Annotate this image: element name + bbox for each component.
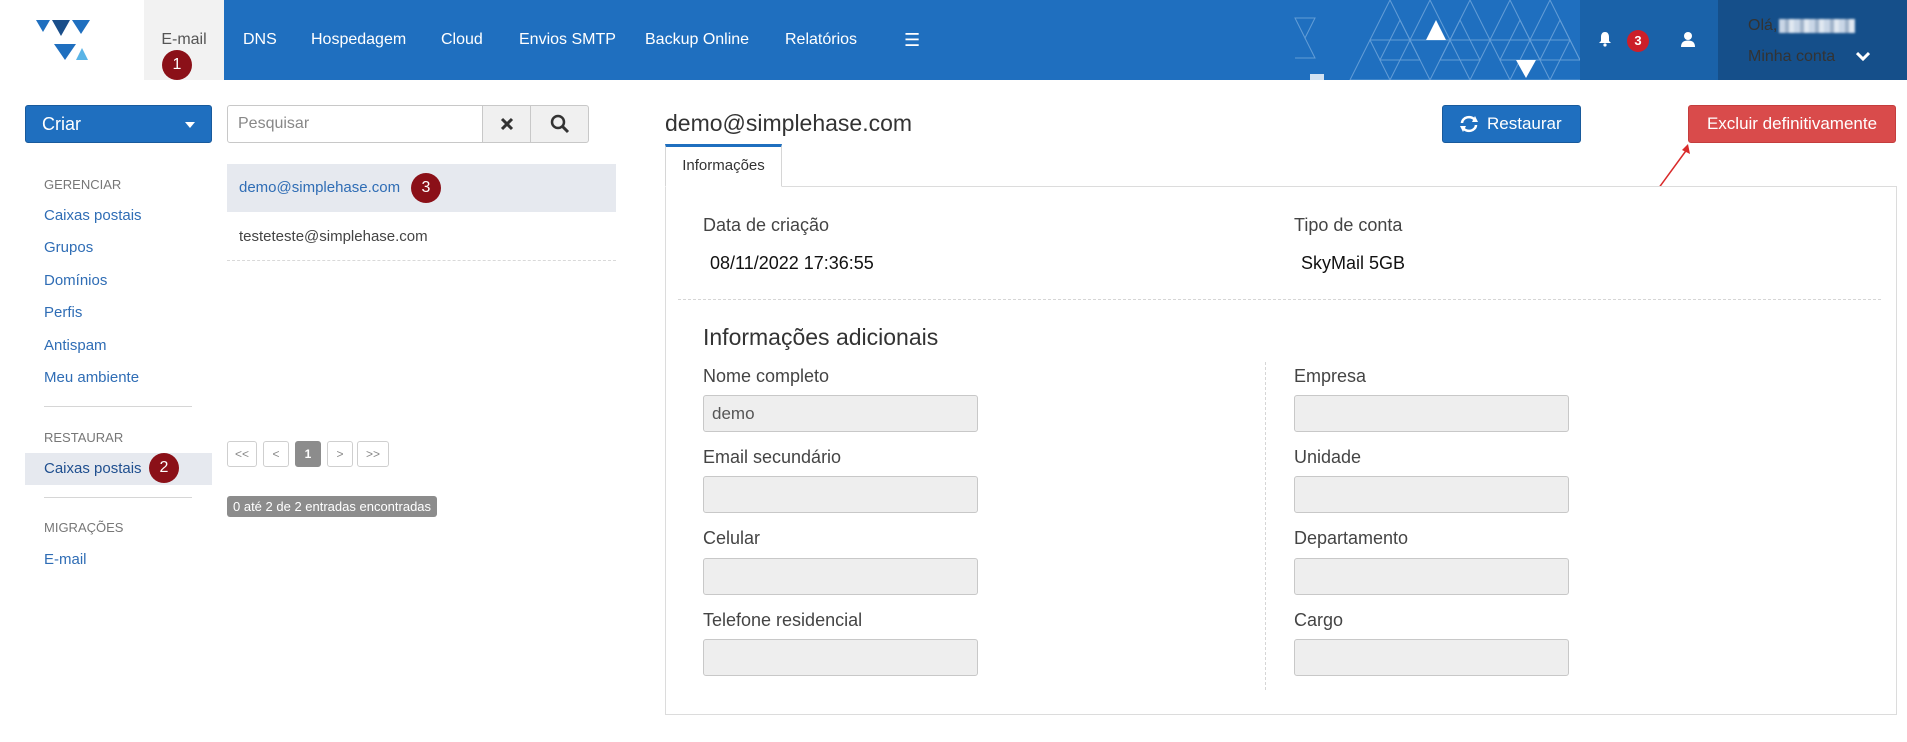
migrations-heading: MIGRAÇÕES <box>44 520 124 535</box>
step-marker-3: 3 <box>411 173 441 203</box>
sidebar-item-caixas-postais[interactable]: Caixas postais <box>44 207 142 224</box>
pager-current-page[interactable]: 1 <box>295 441 321 467</box>
list-item[interactable]: testeteste@simplehase.com <box>227 213 616 261</box>
department-field[interactable] <box>1294 558 1569 595</box>
company-field[interactable] <box>1294 395 1569 432</box>
chevron-down-icon <box>1855 48 1870 66</box>
create-button-label: Criar <box>42 114 81 134</box>
nav-backup-online[interactable]: Backup Online <box>645 0 749 80</box>
pager-prev-button[interactable]: < <box>263 441 289 467</box>
logo-icon <box>36 20 90 60</box>
sidebar-item-migration-email[interactable]: E-mail <box>44 551 87 568</box>
sidebar-item-restore-caixas-postais[interactable]: Caixas postais <box>44 460 142 477</box>
search-button[interactable] <box>530 105 589 143</box>
restore-heading: RESTAURAR <box>44 430 124 445</box>
role-field[interactable] <box>1294 639 1569 676</box>
step-marker-2: 2 <box>149 453 179 483</box>
additional-info-title: Informações adicionais <box>703 324 939 350</box>
nav-dns[interactable]: DNS <box>243 0 277 80</box>
sidebar-item-meu-ambiente[interactable]: Meu ambiente <box>44 369 139 386</box>
role-label: Cargo <box>1294 610 1344 630</box>
greeting: Olá, <box>1748 17 1856 35</box>
bell-icon[interactable] <box>1598 31 1612 47</box>
manage-heading: GERENCIAR <box>44 177 122 192</box>
home-phone-label: Telefone residencial <box>703 610 863 630</box>
created-date-value: 08/11/2022 17:36:55 <box>710 253 874 273</box>
pager-first-button[interactable]: << <box>227 441 257 467</box>
user-icon[interactable] <box>1680 31 1696 47</box>
secondary-email-field[interactable] <box>703 476 978 513</box>
nav-envios-smtp[interactable]: Envios SMTP <box>519 0 616 80</box>
close-icon <box>500 117 513 131</box>
entries-count-badge: 0 até 2 de 2 entradas encontradas <box>227 496 438 517</box>
sidebar-divider <box>44 406 192 407</box>
nav-relatorios[interactable]: Relatórios <box>785 0 857 80</box>
sidebar-divider <box>44 497 192 498</box>
delete-permanently-button[interactable]: Excluir definitivamente <box>1688 105 1896 143</box>
nav-more-menu-icon[interactable]: ☰ <box>904 0 920 80</box>
sidebar-item-perfis[interactable]: Perfis <box>44 304 82 321</box>
mobile-field[interactable] <box>703 558 978 595</box>
pager-last-button[interactable]: >> <box>357 441 389 467</box>
created-date-label: Data de criação <box>703 215 830 235</box>
logo[interactable] <box>0 0 144 80</box>
create-button[interactable]: Criar <box>25 105 212 143</box>
top-navbar: E-mail DNS Hospedagem Cloud Envios SMTP … <box>0 0 1907 80</box>
full-name-label: Nome completo <box>703 366 830 386</box>
search-input[interactable] <box>227 105 483 143</box>
account-type-value: SkyMail 5GB <box>1301 253 1406 273</box>
sidebar-item-grupos[interactable]: Grupos <box>44 239 93 256</box>
nav-hospedagem[interactable]: Hospedagem <box>311 0 406 80</box>
notification-count-badge[interactable]: 3 <box>1627 30 1649 52</box>
account-type-label: Tipo de conta <box>1294 215 1403 235</box>
home-phone-field[interactable] <box>703 639 978 676</box>
unit-field[interactable] <box>1294 476 1569 513</box>
full-name-field[interactable] <box>703 395 978 432</box>
list-item-email: demo@simplehase.com <box>239 179 401 196</box>
delete-button-label: Excluir definitivamente <box>1706 114 1878 133</box>
pager-next-button[interactable]: > <box>327 441 353 467</box>
unit-label: Unidade <box>1294 447 1362 467</box>
sidebar-item-antispam[interactable]: Antispam <box>44 337 107 354</box>
nav-cloud[interactable]: Cloud <box>441 0 483 80</box>
mobile-label: Celular <box>703 528 761 548</box>
section-divider <box>678 299 1881 300</box>
department-label: Departamento <box>1294 528 1409 548</box>
secondary-email-label: Email secundário <box>703 447 842 467</box>
caret-down-icon <box>185 122 195 128</box>
page-title: demo@simplehase.com <box>665 110 913 136</box>
sidebar-item-dominios[interactable]: Domínios <box>44 272 107 289</box>
company-label: Empresa <box>1294 366 1367 386</box>
search-icon <box>550 114 569 134</box>
my-account-dropdown[interactable]: Minha conta <box>1748 48 1870 66</box>
account-menu[interactable] <box>1718 0 1907 80</box>
refresh-icon <box>1460 115 1478 133</box>
tab-informacoes[interactable]: Informações <box>665 144 782 187</box>
restore-button[interactable]: Restaurar <box>1442 105 1581 143</box>
greeting-text: Olá, <box>1748 17 1778 34</box>
column-divider <box>1265 362 1266 690</box>
clear-search-button[interactable] <box>482 105 531 143</box>
redacted-username <box>1779 18 1856 33</box>
step-marker-1: 1 <box>162 50 192 80</box>
decorative-triangle-pattern <box>1290 0 1580 80</box>
list-item-email: testeteste@simplehase.com <box>239 228 428 245</box>
my-account-label: Minha conta <box>1748 48 1836 65</box>
restore-button-label: Restaurar <box>1487 114 1562 133</box>
